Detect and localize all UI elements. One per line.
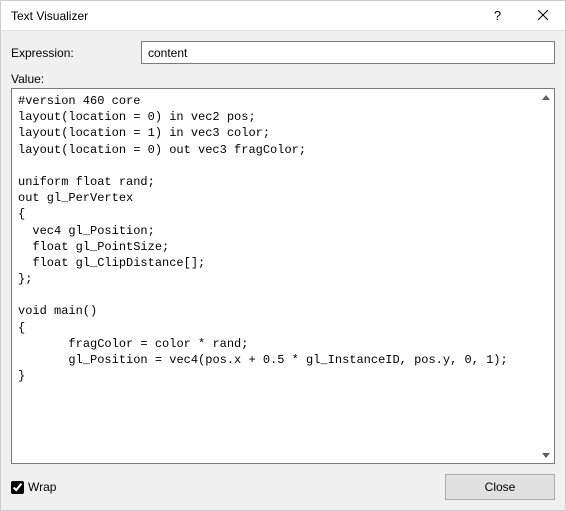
wrap-checkbox[interactable]: [11, 481, 24, 494]
value-container: #version 460 core layout(location = 0) i…: [11, 88, 555, 464]
titlebar: Text Visualizer ?: [1, 1, 565, 31]
wrap-checkbox-group: Wrap: [11, 480, 56, 494]
help-button[interactable]: ?: [475, 1, 520, 31]
scroll-up-arrow-icon[interactable]: [538, 89, 554, 105]
help-icon: ?: [494, 8, 501, 23]
window-title: Text Visualizer: [11, 9, 475, 23]
close-button[interactable]: Close: [445, 474, 555, 500]
scroll-down-arrow-icon[interactable]: [538, 447, 554, 463]
wrap-label[interactable]: Wrap: [28, 480, 56, 494]
expression-row: Expression:: [11, 41, 555, 64]
value-textarea[interactable]: #version 460 core layout(location = 0) i…: [11, 88, 555, 464]
expression-input[interactable]: [141, 41, 555, 64]
expression-label: Expression:: [11, 46, 141, 60]
window-close-button[interactable]: [520, 1, 565, 31]
dialog-content: Expression: Value: #version 460 core lay…: [1, 31, 565, 510]
value-label: Value:: [11, 72, 555, 86]
dialog-footer: Wrap Close: [11, 472, 555, 500]
close-icon: [538, 8, 548, 23]
